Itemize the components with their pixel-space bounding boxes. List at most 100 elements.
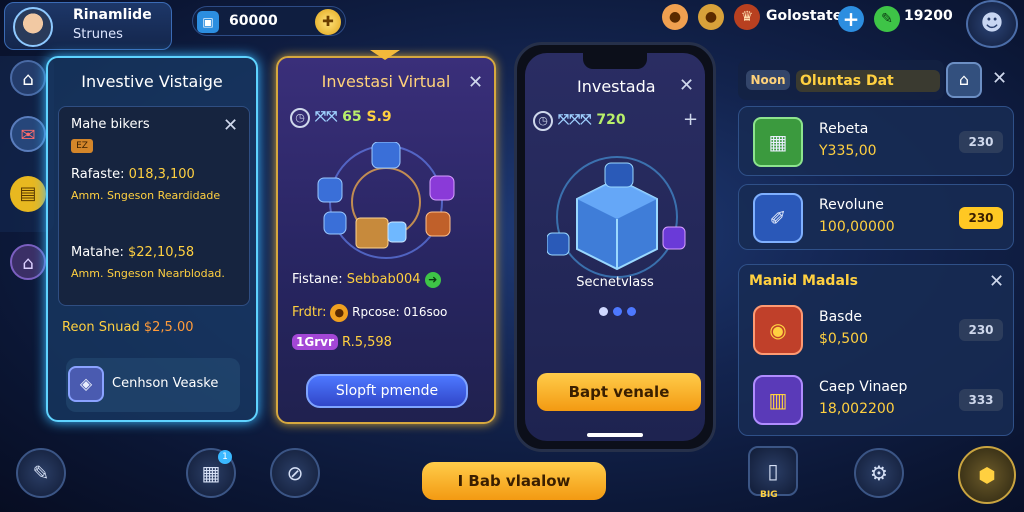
item-value: $0,500 bbox=[819, 331, 868, 347]
item-badge[interactable]: 230 bbox=[959, 319, 1003, 341]
tool-icon[interactable]: ✎ bbox=[16, 448, 66, 498]
mascot-menu-icon[interactable]: ☻ bbox=[966, 0, 1018, 48]
page-dots bbox=[599, 301, 637, 320]
panel-title: Investasi Virtual bbox=[321, 72, 451, 91]
timer-icon: ◷ bbox=[533, 111, 553, 131]
add-resource-icon[interactable]: + bbox=[838, 6, 864, 32]
right-tabs: Noon Oluntas Dat bbox=[738, 60, 944, 100]
gem-icon: ✎ bbox=[874, 6, 900, 32]
item-name: Rebeta bbox=[819, 121, 869, 137]
item-name: Revolune bbox=[819, 197, 884, 213]
mid-row1-label: Fistane: bbox=[292, 272, 343, 287]
main-action-button[interactable]: I Bab vlaalow bbox=[422, 462, 606, 500]
row1-value: 018,3,100 bbox=[128, 167, 195, 182]
item-icon: ✐ bbox=[753, 193, 803, 243]
investment-card: Mahe bikers ✕ EZ Rafaste: 018,3,100 Amm.… bbox=[58, 106, 250, 306]
item-badge[interactable]: 333 bbox=[959, 389, 1003, 411]
right-bottom-panel: Manid Madals ✕ ◉ Basde $0,500 230 ▥ Caep… bbox=[738, 264, 1014, 436]
page-dot[interactable] bbox=[599, 307, 608, 316]
phone-stat-value: 720 bbox=[596, 112, 626, 128]
close-icon[interactable]: ✕ bbox=[679, 75, 694, 96]
arrows-icon: ⤧⤧ bbox=[314, 109, 338, 125]
arrows-icon: ⤧⤧⤧ bbox=[557, 112, 592, 128]
item-value: Y335,00 bbox=[819, 143, 877, 159]
tab-active[interactable]: Oluntas Dat bbox=[796, 70, 940, 92]
list-item[interactable]: ◉ Basde $0,500 230 bbox=[745, 299, 1007, 363]
item-name: Caep Vinaep bbox=[819, 379, 908, 395]
row1-label: Rafaste: bbox=[71, 167, 125, 182]
mid-row3: 1Grvr R.5,598 bbox=[292, 334, 392, 350]
phone-screen: Investada ✕ ◷ ⤧⤧⤧ 720 + Secnetvlass Bapt… bbox=[525, 53, 705, 441]
gem-value: 19200 bbox=[904, 8, 953, 24]
phone-notch bbox=[583, 53, 647, 69]
stat-prefix: 65 bbox=[342, 109, 362, 125]
investment-orbit-graphic bbox=[317, 142, 455, 259]
pet-icon[interactable]: ● bbox=[662, 4, 688, 30]
row2-label: Matahe: bbox=[71, 245, 124, 260]
page-dot[interactable] bbox=[613, 307, 623, 316]
item-badge[interactable]: 230 bbox=[959, 207, 1003, 229]
phone-label: Secnetvlass bbox=[576, 275, 654, 290]
wallet-icon: ▣ bbox=[197, 11, 219, 33]
mid-row1-value: Sebbab004 bbox=[346, 272, 421, 287]
close-icon[interactable]: ✕ bbox=[468, 72, 483, 93]
mid-row2-label: Frdtr: bbox=[292, 305, 327, 320]
close-icon[interactable]: ✕ bbox=[992, 68, 1007, 89]
tab-noon[interactable]: Noon bbox=[746, 70, 790, 90]
investment-panel-mid: Investasi Virtual ✕ ◷ ⤧⤧ 65 S.9 Fistane:… bbox=[276, 50, 496, 424]
player-subtitle: Strunes bbox=[73, 27, 123, 42]
trophy-icon[interactable]: ♛ bbox=[734, 4, 760, 30]
gear-icon[interactable]: ⚙ bbox=[854, 448, 904, 498]
notification-dot: 1 bbox=[218, 450, 232, 464]
list-item[interactable]: ▥ Caep Vinaep 18,002200 333 bbox=[745, 369, 1007, 433]
close-icon[interactable]: ✕ bbox=[989, 271, 1004, 292]
item-value: 18,002200 bbox=[819, 401, 895, 417]
list-item[interactable]: ▦ Rebeta Y335,00 230 bbox=[738, 106, 1014, 176]
lock-icon[interactable]: ⌂ bbox=[946, 62, 982, 98]
books-icon: ▥ bbox=[753, 375, 803, 425]
confirm-invest-button[interactable]: Slopft pmende bbox=[306, 374, 468, 408]
item-badge[interactable]: 230 bbox=[959, 131, 1003, 153]
panel-marker-icon bbox=[370, 50, 400, 60]
list-item[interactable]: ✐ Revolune 100,00000 230 bbox=[738, 184, 1014, 250]
home-icon[interactable]: ⌂ bbox=[10, 60, 46, 96]
close-icon[interactable]: ✕ bbox=[223, 115, 238, 136]
phone-stat-row: ◷ ⤧⤧⤧ 720 bbox=[533, 111, 626, 131]
resource-label: Golostate bbox=[766, 8, 843, 24]
stat-row: ◷ ⤧⤧ 65 S.9 bbox=[290, 108, 392, 128]
total-row: Reon Snuad $2,5.00 bbox=[62, 320, 194, 335]
mail-icon[interactable]: ✉ bbox=[10, 116, 46, 152]
panel-title: Manid Madals bbox=[749, 273, 859, 289]
shield-icon[interactable]: ⬢ bbox=[958, 446, 1016, 504]
confirm-button[interactable]: ◈ Cenhson Veaske bbox=[66, 358, 240, 412]
trash-icon[interactable]: ▯ bbox=[748, 446, 798, 496]
mid-badge: 1Grvr bbox=[292, 334, 338, 350]
bag-icon[interactable]: ▤ bbox=[10, 176, 46, 212]
shop-icon[interactable]: ⌂ bbox=[10, 244, 46, 280]
item-name: Basde bbox=[819, 309, 862, 325]
row2-sub: Amm. Sngeson Nearblodad. bbox=[71, 267, 225, 280]
item-label: BIG bbox=[760, 490, 778, 500]
pet-icon-2[interactable]: ● bbox=[698, 4, 724, 30]
compass-icon[interactable]: ⊘ bbox=[270, 448, 320, 498]
arrow-right-icon[interactable]: ➜ bbox=[424, 272, 441, 288]
avatar[interactable] bbox=[13, 7, 53, 47]
row1-sub: Amm. Sngeson Reardidade bbox=[71, 189, 221, 202]
page-dot[interactable] bbox=[627, 307, 637, 316]
mid-badge-value: R.5,598 bbox=[342, 335, 392, 350]
phone-mockup: Investada ✕ ◷ ⤧⤧⤧ 720 + Secnetvlass Bapt… bbox=[514, 42, 716, 452]
add-icon[interactable]: + bbox=[683, 109, 698, 130]
phone-action-button[interactable]: Bapt venale bbox=[537, 373, 701, 411]
player-profile[interactable]: Rinamlide Strunes bbox=[4, 2, 172, 50]
item-value: 100,00000 bbox=[819, 219, 895, 235]
mid-row2-value: Rpcose: 016soo bbox=[352, 305, 448, 319]
coin-counter: ▣ 60000 ✚ bbox=[192, 6, 346, 36]
timer-icon: ◷ bbox=[290, 108, 310, 128]
mid-row2: Frdtr: ● Rpcose: 016soo bbox=[292, 304, 447, 322]
total-label: Reon Snuad bbox=[62, 320, 140, 335]
medal-icon: ◉ bbox=[753, 305, 803, 355]
player-name: Rinamlide bbox=[73, 7, 152, 23]
add-coins-icon[interactable]: ✚ bbox=[315, 9, 341, 35]
coin-value: 60000 bbox=[229, 13, 278, 29]
coin-icon: ● bbox=[330, 304, 349, 322]
